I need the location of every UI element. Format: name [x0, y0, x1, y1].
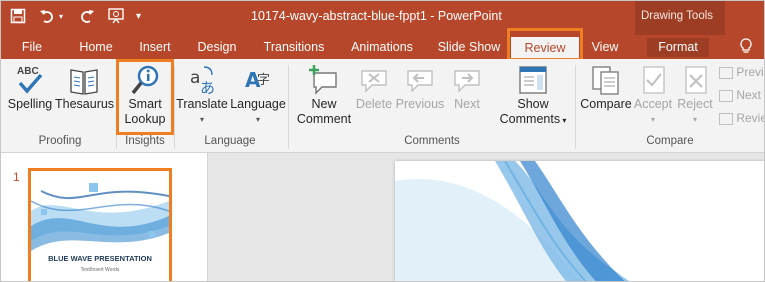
group-label-proofing: Proofing: [38, 135, 82, 147]
customize-qat-icon[interactable]: ▾: [136, 5, 141, 27]
reviewing-pane-button[interactable]: Revie: [719, 111, 764, 125]
group-label-insights: Insights: [125, 135, 165, 147]
tab-animations[interactable]: Animations: [344, 38, 420, 57]
start-from-beginning-icon[interactable]: [107, 5, 125, 27]
thesaurus-label: Thesaurus: [55, 97, 115, 111]
tab-insert[interactable]: Insert: [132, 38, 178, 57]
previous-label: Previous: [395, 97, 445, 111]
thesaurus-button[interactable]: Thesaurus: [55, 63, 115, 112]
translate-dropdown-icon: ▾: [199, 115, 204, 124]
next-label: Next: [454, 97, 480, 111]
spelling-button[interactable]: ABC Spelling: [6, 63, 54, 112]
document-title: 10174-wavy-abstract-blue-fppt1 - PowerPo…: [251, 9, 502, 23]
powerpoint-window: ▾ ▾ 10174-wavy-abstract-blue-fppt1 - Pow…: [0, 0, 765, 282]
ribbon-tabs: File Home Insert Design Transitions Anim…: [1, 35, 764, 59]
accept-button[interactable]: Accept ▾: [633, 63, 673, 127]
lightbulb-icon[interactable]: [736, 38, 756, 57]
spelling-icon: ABC: [17, 66, 43, 94]
language-dropdown-icon: ▾: [255, 115, 260, 124]
redo-icon[interactable]: [79, 5, 95, 27]
tab-design[interactable]: Design: [191, 38, 243, 57]
next-comment-button[interactable]: Next: [447, 63, 487, 112]
reject-dropdown-icon: ▾: [692, 115, 697, 124]
undo-dropdown-icon[interactable]: ▾: [59, 5, 63, 27]
tab-transitions[interactable]: Transitions: [257, 38, 331, 57]
show-comments-label-1: Show: [517, 97, 549, 111]
slide-thumbnail-pane: 1 BLUE WAVE PRESENTATION Text/Insert Wor…: [1, 153, 208, 281]
svg-text:ABC: ABC: [17, 66, 39, 77]
undo-icon[interactable]: [39, 5, 55, 27]
group-label-language: Language: [204, 135, 256, 147]
reject-label: Reject: [677, 97, 713, 111]
delete-comment-button[interactable]: Delete: [354, 63, 394, 112]
tab-view[interactable]: View: [587, 38, 623, 57]
thumbnail-title: BLUE WAVE PRESENTATION: [48, 254, 152, 263]
translate-button[interactable]: a あ Translate ▾: [175, 63, 229, 127]
compare-label: Compare: [580, 97, 632, 111]
show-comments-label-2: Comments ▾: [499, 112, 567, 126]
slide-number: 1: [13, 170, 20, 184]
language-button[interactable]: A 字 Language ▾: [230, 63, 286, 127]
show-comments-button[interactable]: Show Comments ▾: [495, 63, 571, 128]
svg-text:a: a: [190, 68, 200, 88]
thesaurus-icon: [70, 69, 98, 95]
group-label-compare: Compare: [646, 135, 694, 147]
spelling-label: Spelling: [7, 97, 53, 111]
next-change-button[interactable]: Next: [719, 88, 761, 102]
show-comments-dropdown-icon: ▾: [560, 116, 567, 125]
previous-change-icon: [719, 66, 733, 79]
new-comment-button[interactable]: New Comment: [293, 63, 355, 127]
current-slide[interactable]: [395, 161, 764, 281]
show-comments-icon: [519, 66, 547, 94]
slide-thumbnail[interactable]: BLUE WAVE PRESENTATION Text/Insert Words: [28, 168, 172, 281]
tab-file[interactable]: File: [15, 38, 49, 57]
thumbnail-subtitle: Text/Insert Words: [80, 267, 120, 273]
smart-lookup-highlight: [116, 59, 174, 135]
next-comment-icon: [454, 70, 480, 93]
svg-text:字: 字: [257, 73, 270, 88]
new-comment-icon: [309, 65, 337, 95]
tab-format[interactable]: Format: [647, 38, 709, 57]
svg-text:あ: あ: [200, 79, 215, 97]
group-separator: [288, 65, 289, 149]
new-comment-label-2: Comment: [296, 112, 352, 126]
wave-background-image: [31, 171, 169, 281]
new-comment-label-1: New: [311, 97, 337, 111]
group-label-comments: Comments: [404, 135, 460, 147]
translate-label: Translate: [176, 97, 228, 111]
previous-change-button[interactable]: Previ: [719, 65, 764, 79]
group-separator: [575, 65, 576, 149]
accept-label: Accept: [633, 97, 673, 111]
drawing-tools-label: Drawing Tools: [641, 10, 714, 22]
delete-comment-icon: [361, 70, 387, 93]
slide-editing-area: [208, 153, 764, 281]
next-change-icon: [719, 89, 733, 102]
reviewing-pane-icon: [719, 112, 733, 125]
reject-icon: [685, 66, 707, 94]
compare-icon: [592, 66, 619, 95]
delete-label: Delete: [355, 97, 393, 111]
reject-button[interactable]: Reject ▾: [675, 63, 715, 127]
translate-icon: a あ: [190, 66, 215, 97]
slide-wave-image: [395, 161, 764, 281]
previous-comment-icon: [407, 70, 433, 93]
tab-slide-show[interactable]: Slide Show: [433, 38, 505, 57]
save-icon[interactable]: [10, 5, 26, 27]
compare-button[interactable]: Compare: [578, 63, 634, 112]
language-label: Language: [230, 97, 286, 111]
previous-comment-button[interactable]: Previous: [395, 63, 445, 112]
accept-dropdown-icon: ▾: [650, 115, 655, 124]
tab-home[interactable]: Home: [73, 38, 119, 57]
accept-icon: [643, 66, 665, 94]
language-icon: A 字: [245, 68, 270, 92]
review-tab-highlight: [507, 28, 583, 61]
